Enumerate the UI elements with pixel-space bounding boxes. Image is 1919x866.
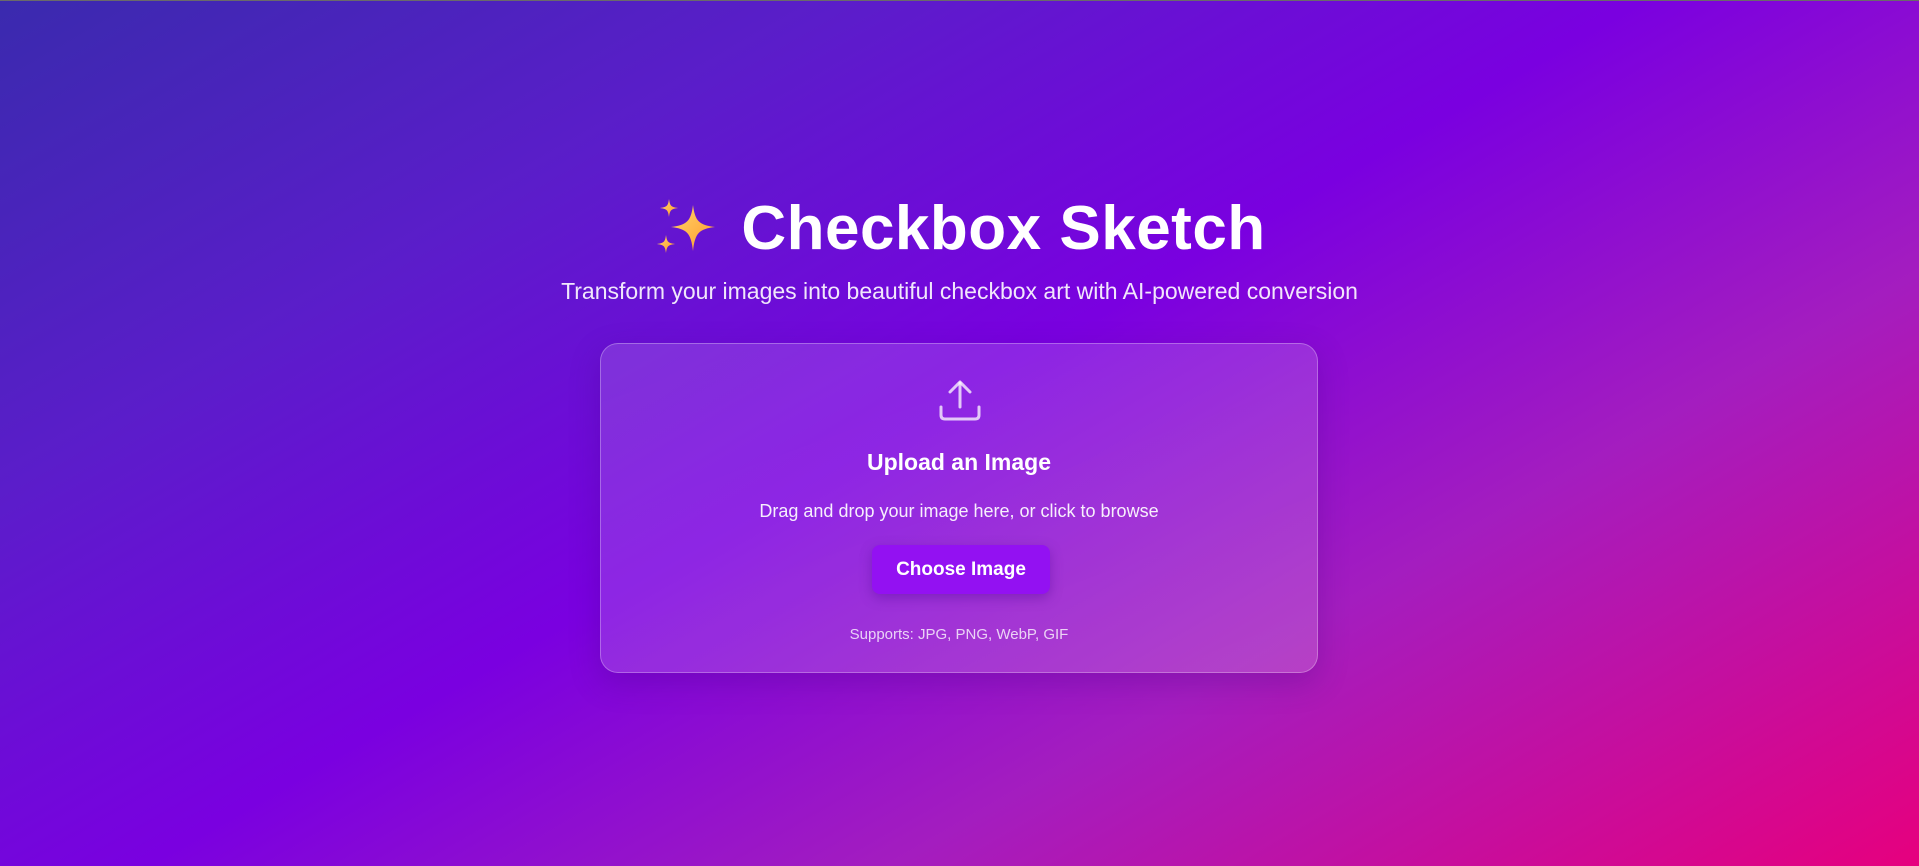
page-title: Checkbox Sketch bbox=[741, 193, 1266, 263]
choose-image-button[interactable]: Choose Image bbox=[872, 545, 1050, 594]
upload-dropzone[interactable]: Upload an Image Drag and drop your image… bbox=[600, 343, 1318, 673]
top-border bbox=[0, 0, 1919, 1]
supported-formats: Supports: JPG, PNG, WebP, GIF bbox=[849, 626, 1069, 643]
page-header: Checkbox Sketch Transform your images in… bbox=[0, 190, 1919, 305]
upload-title: Upload an Image bbox=[866, 449, 1052, 475]
title-row: Checkbox Sketch bbox=[0, 190, 1919, 266]
upload-description: Drag and drop your image here, or click … bbox=[759, 501, 1159, 521]
sparkles-icon bbox=[657, 199, 716, 253]
upload-icon bbox=[939, 380, 981, 421]
page-subtitle: Transform your images into beautiful che… bbox=[561, 278, 1358, 304]
